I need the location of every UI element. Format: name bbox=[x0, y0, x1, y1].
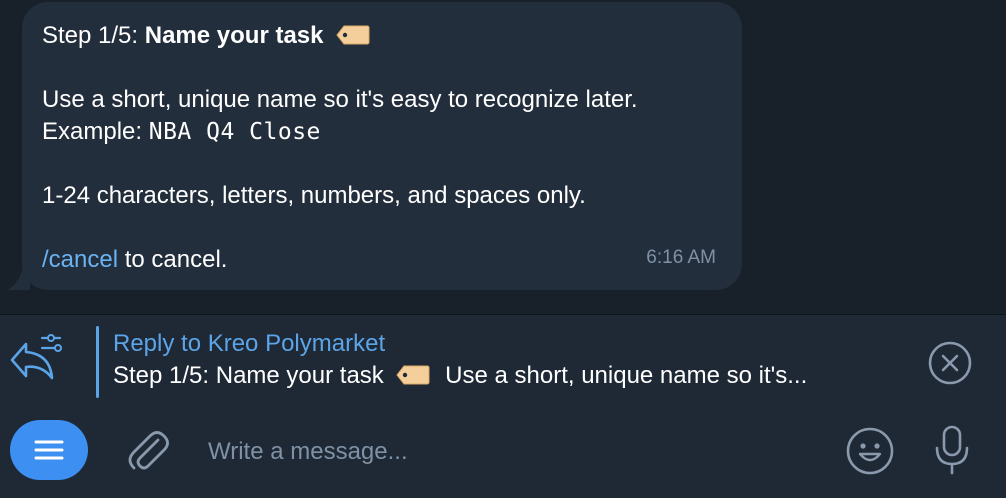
example-label: Example: bbox=[42, 118, 149, 145]
message-step-line: Step 1/5: Name your task bbox=[42, 20, 722, 52]
reply-preview-prefix: Step 1/5: Name your task bbox=[113, 362, 384, 389]
reply-preview-suffix: Use a short, unique name so it's... bbox=[445, 362, 808, 389]
emoji-icon[interactable] bbox=[845, 426, 895, 476]
reply-bar bbox=[0, 315, 1006, 405]
menu-icon bbox=[34, 440, 64, 460]
label-tag-icon bbox=[396, 365, 430, 385]
instruction-text: Use a short, unique name so it's easy to… bbox=[42, 86, 638, 113]
step-title: Name your task bbox=[144, 22, 324, 49]
cancel-line: /cancel to cancel. bbox=[42, 244, 722, 276]
example-value: NBA Q4 Close bbox=[148, 119, 321, 145]
close-reply-icon[interactable] bbox=[927, 340, 973, 386]
reply-title: Reply to Kreo Polymarket bbox=[113, 330, 386, 357]
step-prefix: Step 1/5: bbox=[42, 22, 145, 49]
reply-arrow-icon[interactable] bbox=[8, 330, 68, 386]
menu-button[interactable] bbox=[10, 420, 88, 480]
message-bubble[interactable]: Step 1/5: Name your task Use a short, un… bbox=[22, 2, 742, 290]
rules-text: 1-24 characters, letters, numbers, and s… bbox=[42, 182, 586, 209]
microphone-icon[interactable] bbox=[932, 424, 972, 476]
message-time: 6:16 AM bbox=[646, 247, 716, 268]
cancel-command-link[interactable]: /cancel bbox=[42, 246, 118, 273]
label-tag-icon bbox=[336, 25, 370, 45]
reply-preview: Step 1/5: Name your task Use a short, un… bbox=[113, 362, 807, 390]
message-input[interactable] bbox=[206, 432, 810, 472]
reply-accent-bar bbox=[96, 326, 99, 398]
chat-area: Step 1/5: Name your task Use a short, un… bbox=[0, 0, 1006, 314]
example-line: Example: NBA Q4 Close bbox=[42, 116, 722, 148]
paperclip-icon[interactable] bbox=[124, 426, 172, 476]
cancel-suffix: to cancel. bbox=[118, 246, 228, 273]
